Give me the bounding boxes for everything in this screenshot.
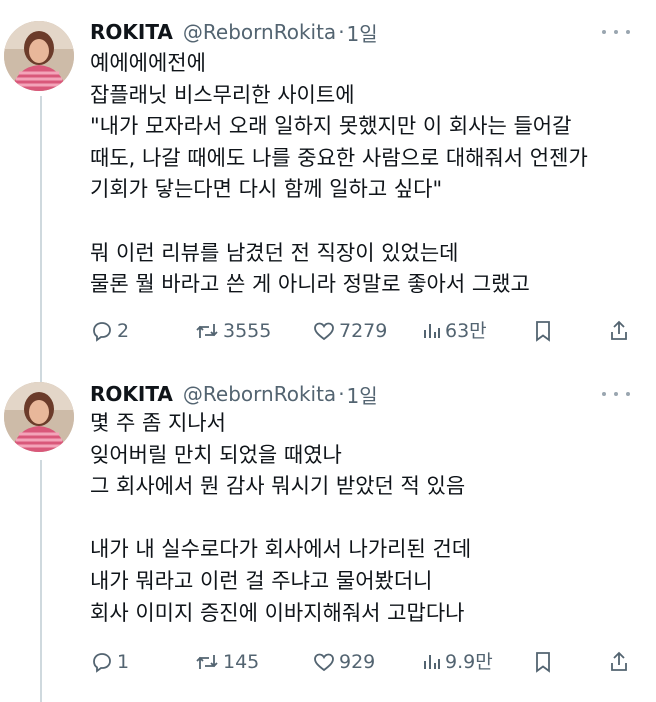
more-icon xyxy=(602,30,606,34)
heart-icon xyxy=(314,653,334,672)
avatar[interactable] xyxy=(4,21,74,91)
tweet-line: 잊어버릴 만치 되었을 때였나 xyxy=(90,442,342,467)
action-bar: 1 145 929 9.9만 xyxy=(90,648,630,676)
more-icon xyxy=(602,392,606,396)
tweet-line: 뭐 이런 리뷰를 남겼던 전 직장이 있었는데 xyxy=(90,240,459,265)
tweet-line-blank xyxy=(90,503,640,535)
like-count: 929 xyxy=(339,651,376,673)
tweet-line: 내가 뭐라고 이런 걸 주냐고 물어봤더니 xyxy=(90,568,433,593)
views-button[interactable]: 9.9만 xyxy=(422,648,493,676)
share-button[interactable] xyxy=(608,648,633,676)
display-name[interactable]: ROKITA xyxy=(90,20,173,44)
reply-button[interactable]: 2 xyxy=(90,317,129,345)
retweet-icon xyxy=(196,655,218,669)
tweet-line: 그 회사에서 뭔 감사 뭐시기 받았던 적 있음 xyxy=(90,474,466,499)
views-count: 9.9만 xyxy=(445,651,493,673)
timestamp[interactable]: 1일 xyxy=(347,18,378,47)
views-count: 63만 xyxy=(445,320,487,342)
reply-icon xyxy=(93,653,111,673)
bookmark-button[interactable] xyxy=(532,648,557,676)
like-button[interactable]: 7279 xyxy=(312,317,387,345)
separator-dot: · xyxy=(338,20,345,44)
tweet-line: "내가 모자라서 오래 일하지 못했지만 이 회사는 들어갈 xyxy=(90,114,572,139)
reply-icon xyxy=(93,322,111,342)
more-button[interactable] xyxy=(602,384,630,404)
tweet-line: 물론 뭘 바라고 쓴 게 아니라 정말로 좋아서 그랬고 xyxy=(90,272,530,297)
share-icon xyxy=(611,320,627,340)
avatar[interactable] xyxy=(4,382,74,452)
timestamp[interactable]: 1일 xyxy=(347,380,378,409)
action-bar: 2 3555 7279 63만 xyxy=(90,317,630,345)
retweet-button[interactable]: 145 xyxy=(194,648,259,676)
retweet-count: 145 xyxy=(223,651,260,673)
tweet-line: 몇 주 좀 지나서 xyxy=(90,411,226,435)
tweet-line: 기회가 닿는다면 다시 함께 일하고 싶다" xyxy=(90,177,443,202)
tweet[interactable]: ROKITA @RebornRokita · 1일 몇 주 좀 지나서 잊어버릴… xyxy=(0,360,656,702)
tweet-line: 내가 내 실수로다가 회사에서 나가리된 건데 xyxy=(90,537,472,562)
bookmark-button[interactable] xyxy=(532,317,557,345)
tweet-line: 예에에에전에 xyxy=(90,51,206,75)
retweet-button[interactable]: 3555 xyxy=(194,317,271,345)
reply-button[interactable]: 1 xyxy=(90,648,129,676)
tweet-line: 잡플래닛 비스무리한 사이트에 xyxy=(90,82,355,107)
reply-count: 2 xyxy=(117,320,130,342)
tweet-line-blank xyxy=(90,206,640,238)
more-button[interactable] xyxy=(602,22,630,42)
like-count: 7279 xyxy=(339,320,388,342)
user-handle[interactable]: @RebornRokita xyxy=(183,382,336,406)
tweet-line: 회사 이미지 증진에 이바지해줘서 고맙다나 xyxy=(90,600,465,625)
like-button[interactable]: 929 xyxy=(312,648,375,676)
tweet[interactable]: ROKITA @RebornRokita · 1일 예에에에전에 잡플래닛 비스… xyxy=(0,0,656,360)
share-icon xyxy=(611,651,627,671)
views-chart-icon xyxy=(424,324,440,338)
bookmark-icon xyxy=(536,321,550,342)
views-button[interactable]: 63만 xyxy=(422,317,487,345)
separator-dot: · xyxy=(338,382,345,406)
tweet-text: 몇 주 좀 지나서 잊어버릴 만치 되었을 때였나 그 회사에서 뭔 감사 뭐시… xyxy=(90,408,640,629)
tweet-header: ROKITA @RebornRokita · 1일 xyxy=(90,18,378,46)
retweet-count: 3555 xyxy=(223,320,272,342)
retweet-icon xyxy=(196,324,218,338)
views-chart-icon xyxy=(424,655,440,669)
tweet-header: ROKITA @RebornRokita · 1일 xyxy=(90,380,378,408)
bookmark-icon xyxy=(536,652,550,673)
tweet-text: 예에에에전에 잡플래닛 비스무리한 사이트에 "내가 모자라서 오래 일하지 못… xyxy=(90,48,640,301)
user-handle[interactable]: @RebornRokita xyxy=(183,20,336,44)
tweet-line: 때도, 나갈 때에도 나를 중요한 사람으로 대해줘서 언젠가 xyxy=(90,145,588,170)
display-name[interactable]: ROKITA xyxy=(90,382,173,406)
heart-icon xyxy=(314,322,334,341)
share-button[interactable] xyxy=(608,317,633,345)
reply-count: 1 xyxy=(117,651,130,673)
